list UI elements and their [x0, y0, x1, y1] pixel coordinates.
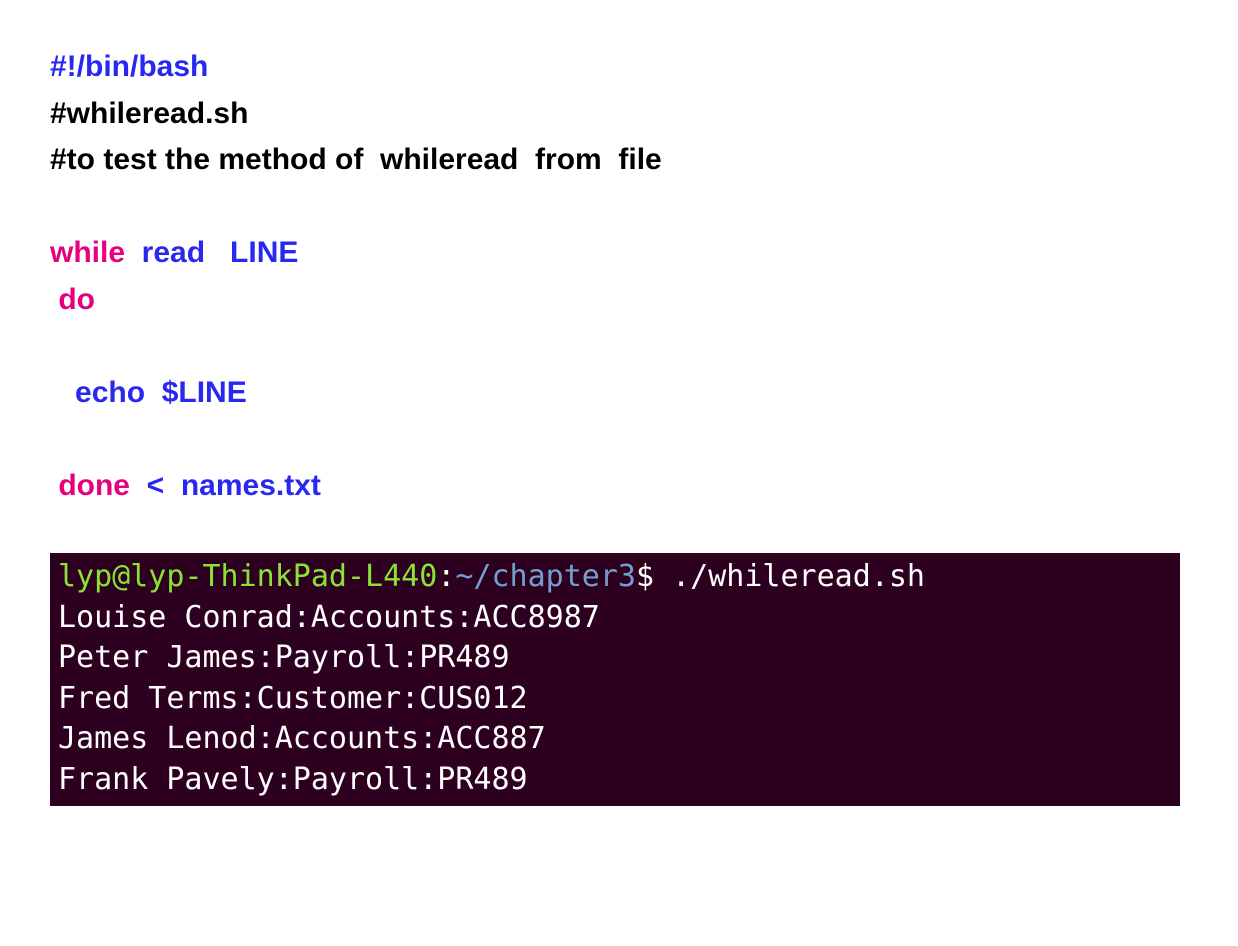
terminal-path: ~/chapter3 [455, 559, 636, 594]
terminal-user-host: lyp@lyp-ThinkPad-L440 [58, 559, 437, 594]
read-command: read LINE [125, 236, 298, 269]
while-keyword: while [50, 236, 125, 269]
terminal-output-line: Louise Conrad:Accounts:ACC8987 [58, 598, 1172, 639]
script-comment-description: #to test the method of whileread from fi… [50, 143, 662, 176]
echo-line: echo $LINE [50, 376, 247, 409]
terminal-output-line: Peter James:Payroll:PR489 [58, 638, 1172, 679]
terminal-output-line: Fred Terms:Customer:CUS012 [58, 679, 1172, 720]
terminal-command: ./whileread.sh [672, 559, 925, 594]
terminal-output-line: James Lenod:Accounts:ACC887 [58, 719, 1172, 760]
shebang-line: #!/bin/bash [50, 50, 208, 83]
terminal-colon: : [437, 559, 455, 594]
script-comment-filename: #whileread.sh [50, 97, 248, 130]
terminal-prompt-line: lyp@lyp-ThinkPad-L440:~/chapter3$ ./whil… [58, 557, 1172, 598]
terminal-dollar: $ [636, 559, 672, 594]
do-keyword: do [50, 283, 95, 316]
done-keyword: done [50, 469, 130, 502]
redirect-input: < names.txt [130, 469, 321, 502]
terminal-output-line: Frank Pavely:Payroll:PR489 [58, 760, 1172, 801]
bash-script-block: #!/bin/bash #whileread.sh #to test the m… [50, 44, 1188, 509]
terminal-window: lyp@lyp-ThinkPad-L440:~/chapter3$ ./whil… [50, 553, 1180, 806]
